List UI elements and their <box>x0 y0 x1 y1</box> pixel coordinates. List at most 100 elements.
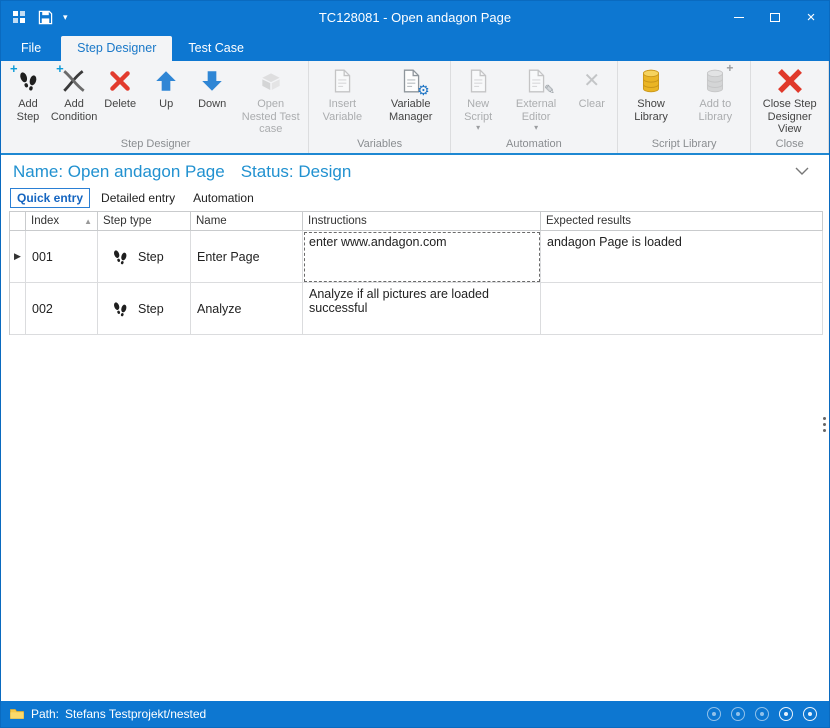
status-indicator-icon[interactable] <box>779 707 793 721</box>
quick-access-caret-icon[interactable]: ▾ <box>63 12 68 23</box>
cell-name[interactable]: Enter Page <box>191 231 303 283</box>
testcase-status: Status: Design <box>241 162 352 182</box>
dropdown-caret-icon: ▾ <box>534 124 538 132</box>
arrow-up-icon <box>150 66 182 96</box>
splitter-handle[interactable] <box>823 417 826 432</box>
cell-name[interactable]: Analyze <box>191 283 303 335</box>
add-step-icon: + <box>12 66 44 96</box>
status-indicator-icon[interactable] <box>707 707 721 721</box>
new-script-icon <box>462 66 494 96</box>
tab-detailed-entry[interactable]: Detailed entry <box>94 188 182 208</box>
nested-testcase-icon <box>255 66 287 96</box>
column-header-expected-results[interactable]: Expected results <box>541 212 823 231</box>
close-icon: × <box>807 10 816 25</box>
add-to-library-button: + Add to Library <box>682 63 748 124</box>
app-window: ▾ TC128081 - Open andagon Page × File St… <box>0 0 830 728</box>
down-button[interactable]: Down <box>189 63 235 112</box>
tab-file[interactable]: File <box>1 36 61 61</box>
add-to-library-icon: + <box>699 66 731 96</box>
status-indicator-icon[interactable] <box>803 707 817 721</box>
cell-index[interactable]: 002 <box>26 283 98 335</box>
close-step-designer-view-button[interactable]: Close Step Designer View <box>753 63 826 137</box>
status-bar: Path: Stefans Testprojekt/nested <box>1 701 829 727</box>
save-icon[interactable] <box>37 9 53 25</box>
add-condition-icon: + <box>58 66 90 96</box>
open-nested-testcase-button: Open Nested Test case <box>235 63 306 137</box>
status-icons <box>707 707 821 721</box>
row-selector[interactable]: ▶ <box>10 231 26 283</box>
insert-variable-button: Insert Variable <box>311 63 373 124</box>
path-value: Stefans Testprojekt/nested <box>65 707 206 721</box>
cell-step-type[interactable]: Step <box>98 283 191 335</box>
cell-expected-results[interactable]: andagon Page is loaded <box>541 231 823 283</box>
ribbon-group-close: Close Step Designer View Close <box>751 61 829 153</box>
column-header-step-type[interactable]: Step type <box>98 212 191 231</box>
group-label-script-library: Script Library <box>620 137 749 153</box>
delete-button[interactable]: Delete <box>97 63 143 112</box>
external-editor-icon: ✎ <box>520 66 552 96</box>
steps-grid: Index ▲ Step type Name Instructions Expe… <box>9 211 823 335</box>
group-label-variables: Variables <box>311 137 448 153</box>
folder-icon <box>9 706 25 722</box>
path-label: Path: <box>31 707 59 721</box>
cell-instructions[interactable]: Analyze if all pictures are loaded succe… <box>303 283 541 335</box>
grid-header-row: Index ▲ Step type Name Instructions Expe… <box>10 212 823 231</box>
up-button[interactable]: Up <box>143 63 189 112</box>
title-bar: ▾ TC128081 - Open andagon Page × <box>1 1 829 33</box>
cell-index[interactable]: 001 <box>26 231 98 283</box>
maximize-button[interactable] <box>757 1 793 33</box>
dropdown-caret-icon: ▾ <box>476 124 480 132</box>
add-condition-button[interactable]: + Add Condition <box>51 63 97 124</box>
column-header-instructions[interactable]: Instructions <box>303 212 541 231</box>
insert-variable-icon <box>326 66 358 96</box>
content-area: Name: Open andagon Page Status: Design Q… <box>1 155 829 701</box>
tab-quick-entry[interactable]: Quick entry <box>10 188 90 208</box>
add-step-button[interactable]: + Add Step <box>5 63 51 124</box>
grid-corner <box>10 212 26 231</box>
current-row-marker-icon: ▶ <box>14 251 21 262</box>
close-button[interactable]: × <box>793 1 829 33</box>
entry-tab-strip: Quick entry Detailed entry Automation <box>1 185 829 208</box>
minimize-button[interactable] <box>721 1 757 33</box>
testcase-name: Name: Open andagon Page <box>13 162 225 182</box>
table-row: 002 Step Analyze Analyze if all pictures… <box>10 283 823 335</box>
collapse-chevron-icon[interactable] <box>795 163 809 181</box>
tab-step-designer[interactable]: Step Designer <box>61 36 172 61</box>
clear-icon: ✕ <box>576 66 608 96</box>
library-database-icon <box>635 66 667 96</box>
external-editor-button: ✎ External Editor ▾ <box>503 63 568 133</box>
clear-button: ✕ Clear <box>569 63 615 112</box>
window-title: TC128081 - Open andagon Page <box>1 10 829 25</box>
pencil-icon: ✎ <box>544 83 555 98</box>
status-indicator-icon[interactable] <box>731 707 745 721</box>
ribbon-tab-bar: File Step Designer Test Case <box>1 33 829 61</box>
ribbon-group-script-library: Show Library + Add to Library Script Lib… <box>618 61 752 153</box>
minimize-icon <box>734 17 744 18</box>
tab-test-case[interactable]: Test Case <box>172 36 260 61</box>
cell-step-type[interactable]: Step <box>98 231 191 283</box>
status-indicator-icon[interactable] <box>755 707 769 721</box>
column-header-index[interactable]: Index ▲ <box>26 212 98 231</box>
maximize-icon <box>770 13 780 22</box>
sort-asc-icon: ▲ <box>84 217 92 226</box>
row-selector[interactable] <box>10 283 26 335</box>
ribbon-group-step-designer: + Add Step + Add Condition Delete Up <box>3 61 309 153</box>
plus-icon: + <box>726 62 733 76</box>
show-library-button[interactable]: Show Library <box>620 63 682 124</box>
ribbon: + Add Step + Add Condition Delete Up <box>1 61 829 155</box>
group-label-close: Close <box>753 137 826 153</box>
ribbon-group-automation: New Script ▾ ✎ External Editor ▾ ✕ Clear… <box>451 61 618 153</box>
group-label-automation: Automation <box>453 137 615 153</box>
cell-expected-results[interactable] <box>541 283 823 335</box>
cell-instructions[interactable]: enter www.andagon.com <box>303 231 541 283</box>
gear-icon: ⚙ <box>417 82 430 98</box>
app-icon <box>11 9 27 25</box>
document-header: Name: Open andagon Page Status: Design <box>1 155 829 185</box>
column-header-name[interactable]: Name <box>191 212 303 231</box>
delete-icon <box>104 66 136 96</box>
close-view-icon <box>774 66 806 96</box>
variable-manager-button[interactable]: ⚙ Variable Manager <box>373 63 448 124</box>
new-script-button: New Script ▾ <box>453 63 503 133</box>
tab-automation-entry[interactable]: Automation <box>186 188 261 208</box>
footprints-icon <box>110 299 130 319</box>
